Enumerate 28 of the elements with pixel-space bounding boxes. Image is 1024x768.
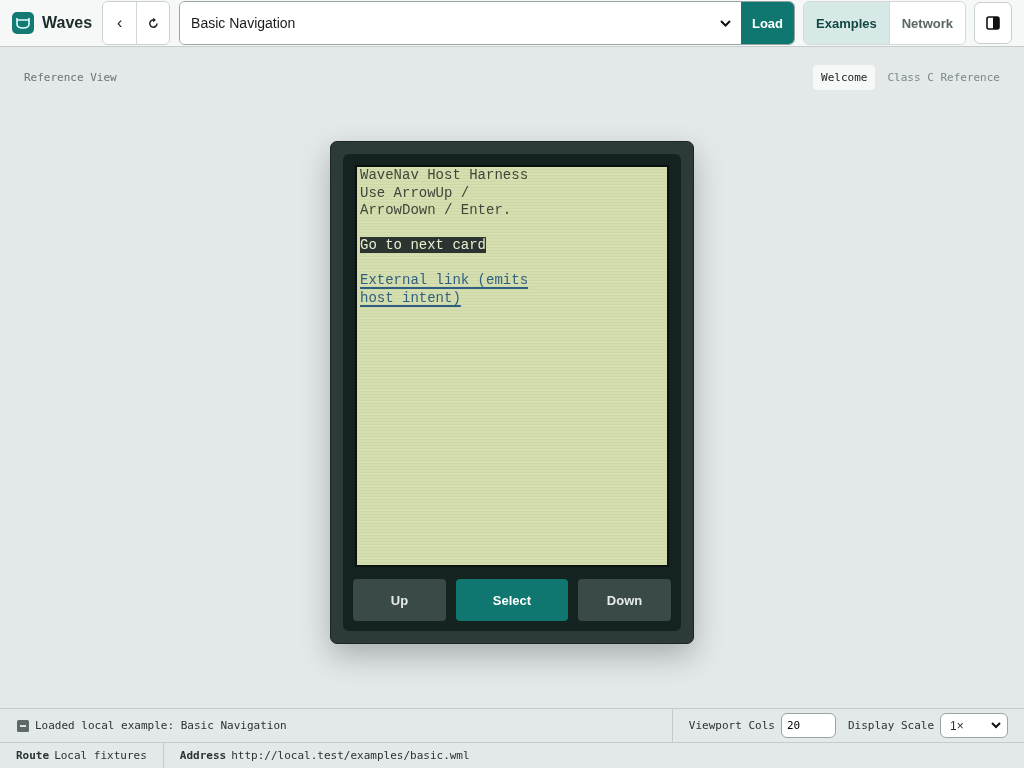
field-label: Display Scale: [847, 719, 934, 732]
sidebar-toggle-button[interactable]: [974, 2, 1012, 44]
view-title: Reference View: [24, 70, 117, 84]
reload-icon: [147, 17, 159, 29]
route-label: Route: [16, 749, 50, 762]
screen-text: WaveNav Host Harness: [360, 167, 528, 185]
address-value: http://local.test/examples/basic.wml: [231, 749, 470, 762]
tab[interactable]: Network: [888, 2, 965, 44]
sidebar-icon: [986, 16, 1000, 30]
display-scale-select[interactable]: 1×: [940, 713, 1008, 738]
minus-square-icon: [17, 719, 29, 732]
status-message: Loaded local example: Basic Navigation: [35, 719, 287, 732]
viewport-cols-field[interactable]: 20: [780, 713, 836, 738]
screen-text: Use ArrowUp / ArrowDown / Enter.: [360, 184, 513, 220]
field-label: Viewport Cols: [688, 719, 775, 732]
route-value: Local fixtures: [54, 749, 147, 762]
external-link[interactable]: External link (emits host intent): [360, 272, 528, 307]
reload-button[interactable]: [136, 2, 170, 44]
device-key[interactable]: Select: [456, 579, 568, 621]
tab[interactable]: Examples: [804, 2, 889, 44]
chevron-down-icon: [991, 722, 1001, 729]
address-label: Address: [179, 749, 227, 762]
card-action[interactable]: Go to next card: [360, 237, 487, 253]
app-name: Waves: [42, 14, 93, 32]
logo-icon: [12, 12, 34, 34]
card-tab[interactable]: Welcome: [813, 64, 876, 90]
device-key[interactable]: Up: [353, 579, 446, 621]
device-key[interactable]: Down: [578, 579, 671, 621]
